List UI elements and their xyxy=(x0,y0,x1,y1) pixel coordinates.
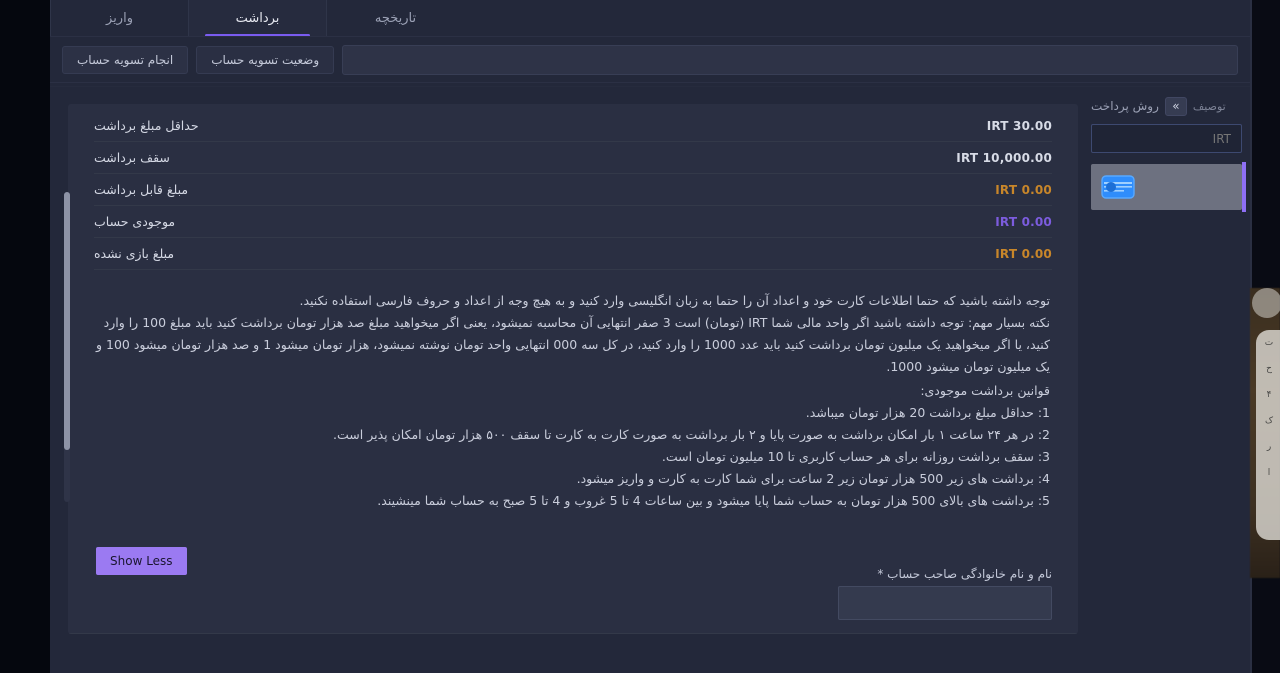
chevron-glyph: » xyxy=(1172,99,1180,113)
vertical-scrollbar-thumb[interactable] xyxy=(64,192,70,450)
side-char: ح xyxy=(1266,364,1272,374)
app-surface: واریز برداشت تاریخچه انجام تسویه حساب وض… xyxy=(50,0,1250,673)
action-bar-divider-2 xyxy=(50,86,1250,87)
strip-avatar-circle xyxy=(1252,288,1280,318)
tab-withdraw-label: برداشت xyxy=(235,11,280,26)
card-bottom-rule xyxy=(68,633,1078,634)
payment-method-title: روش پرداخت xyxy=(1091,99,1159,113)
tab-bar-underline xyxy=(50,36,1250,37)
info-label: سقف برداشت xyxy=(94,150,170,165)
info-label: موجودی حساب xyxy=(94,214,176,229)
notice-line-1: توجه داشته باشید که حتما اطلاعات کارت خو… xyxy=(299,293,1050,308)
payment-method-header: روش پرداخت » توصیف xyxy=(1091,94,1242,118)
side-panel-pill[interactable]: ت ح ۴ ک ر ا xyxy=(1256,330,1280,540)
info-table: حداقل مبلغ برداشت IRT 30.00 سقف برداشت I… xyxy=(68,104,1078,270)
payment-method-column: روش پرداخت » توصیف xyxy=(1085,88,1250,673)
rule-item: 4: برداشت های زیر 500 هزار تومان زیر 2 س… xyxy=(576,471,1050,486)
search-input[interactable] xyxy=(342,44,1238,75)
info-value: IRT 30.00 xyxy=(986,118,1052,133)
currency-input[interactable] xyxy=(1091,124,1242,153)
table-row: موجودی حساب IRT 0.00 xyxy=(94,206,1052,238)
rule-item: 3: سقف برداشت روزانه برای هر حساب کاربری… xyxy=(661,449,1050,464)
side-char: ت xyxy=(1264,338,1274,348)
side-char: ا xyxy=(1267,468,1271,478)
rules-title: قوانین برداشت موجودی: xyxy=(920,383,1050,398)
info-value: IRT 10,000.00 xyxy=(956,150,1052,165)
tab-history[interactable]: تاریخچه xyxy=(326,0,464,37)
tab-deposit[interactable]: واریز xyxy=(50,0,188,37)
bank-card-icon xyxy=(1101,175,1135,199)
table-row: مبلغ قابل برداشت IRT 0.00 xyxy=(94,174,1052,206)
withdraw-main-card: حداقل مبلغ برداشت IRT 30.00 سقف برداشت I… xyxy=(68,104,1078,634)
info-label: حداقل مبلغ برداشت xyxy=(94,118,199,133)
do-settlement-button[interactable]: انجام تسویه حساب xyxy=(62,45,189,74)
info-value: IRT 0.00 xyxy=(995,214,1052,229)
tab-withdraw[interactable]: برداشت xyxy=(188,0,326,37)
background-page-strip: ت ح ۴ ک ر ا xyxy=(1250,0,1280,673)
tab-deposit-label: واریز xyxy=(106,11,133,26)
table-row: سقف برداشت IRT 10,000.00 xyxy=(94,142,1052,174)
tab-bar: واریز برداشت تاریخچه xyxy=(50,0,1250,37)
tab-history-label: تاریخچه xyxy=(374,11,417,26)
body-wrap: روش پرداخت » توصیف IRT حداقل مبلغ برداشت… xyxy=(50,88,1250,673)
account-holder-label: نام و نام خانوادگی صاحب حساب * xyxy=(877,567,1052,581)
settlement-status-label: وضعیت تسویه حساب xyxy=(211,52,320,67)
account-holder-input[interactable] xyxy=(838,586,1052,620)
side-char: ۴ xyxy=(1266,390,1272,400)
rule-item: 5: برداشت های بالای 500 هزار تومان به حس… xyxy=(377,493,1050,508)
rule-item: 1: حداقل مبلغ برداشت 20 هزار تومان میباش… xyxy=(805,405,1050,420)
tab-bar-spacer xyxy=(464,0,1250,37)
table-row: مبلغ بازی نشده IRT 0.00 xyxy=(94,238,1052,270)
action-bar: انجام تسویه حساب وضعیت تسویه حساب xyxy=(50,38,1250,81)
info-label: مبلغ قابل برداشت xyxy=(94,182,189,197)
table-row: حداقل مبلغ برداشت IRT 30.00 xyxy=(94,110,1052,142)
do-settlement-label: انجام تسویه حساب xyxy=(77,52,174,67)
notice-line-2: نکته بسیار مهم: توجه داشته باشید اگر واح… xyxy=(96,315,1050,374)
show-less-button[interactable]: Show Less xyxy=(96,547,187,575)
screen-root: واریز برداشت تاریخچه انجام تسویه حساب وض… xyxy=(0,0,1280,673)
info-value: IRT 0.00 xyxy=(995,182,1052,197)
account-holder-field-wrap: نام و نام خانوادگی صاحب حساب * xyxy=(838,567,1052,620)
rule-item: 2: در هر ۲۴ ساعت ۱ بار امکان برداشت به ص… xyxy=(333,427,1050,442)
settlement-status-button[interactable]: وضعیت تسویه حساب xyxy=(196,45,335,74)
notice-block: توجه داشته باشید که حتما اطلاعات کارت خو… xyxy=(68,270,1078,512)
payment-method-card-option[interactable] xyxy=(1091,162,1246,212)
side-char: ک xyxy=(1264,416,1274,426)
action-bar-divider xyxy=(50,82,1250,83)
left-gutter xyxy=(0,0,50,673)
payment-method-description-label: توصیف xyxy=(1192,99,1226,113)
rules-block: قوانین برداشت موجودی: 1: حداقل مبلغ بردا… xyxy=(96,380,1050,512)
side-char: ر xyxy=(1266,442,1272,452)
chevron-double-left-icon[interactable]: » xyxy=(1164,96,1187,116)
info-value: IRT 0.00 xyxy=(995,246,1052,261)
info-label: مبلغ بازی نشده xyxy=(94,246,175,261)
